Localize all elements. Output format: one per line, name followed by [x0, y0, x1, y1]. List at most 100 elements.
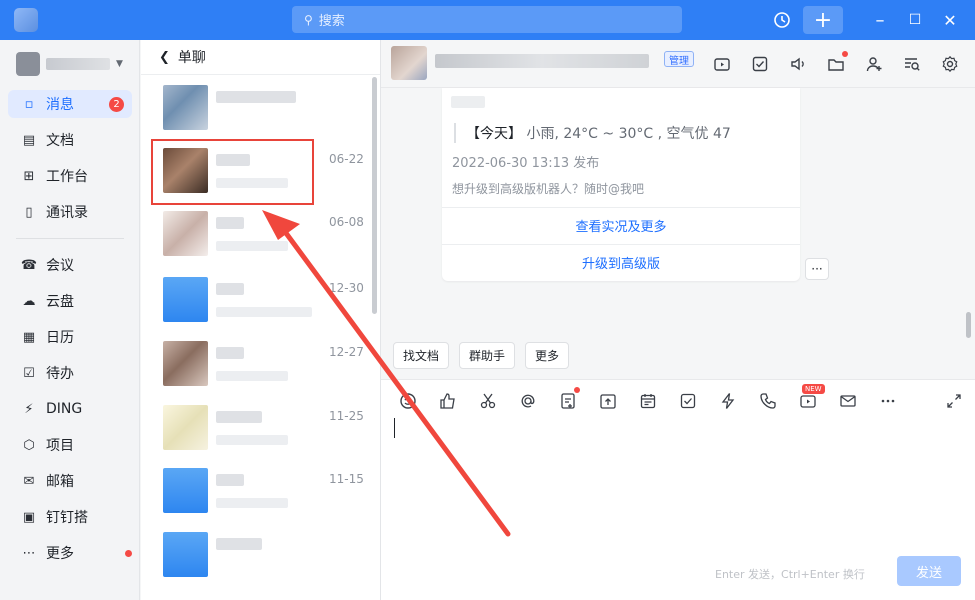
calendar-icon[interactable]: [637, 390, 659, 412]
nav-label: 钉钉搭: [46, 510, 88, 526]
list-item[interactable]: 06-08: [141, 203, 371, 267]
nav-item-cloud[interactable]: ☁ 云盘: [8, 287, 132, 315]
admin-tag: 管理: [664, 51, 694, 67]
mail-icon[interactable]: [837, 390, 859, 412]
nav-label: 工作台: [46, 169, 88, 185]
nav-label: DING: [46, 401, 83, 417]
smart-doc-icon[interactable]: [557, 390, 579, 412]
message-icon: ▫: [24, 96, 34, 112]
history-icon[interactable]: [768, 6, 796, 34]
nav-label: 日历: [46, 330, 74, 346]
mail-icon: ✉: [23, 473, 35, 489]
view-more-link[interactable]: 查看实况及更多: [442, 207, 800, 243]
meeting-icon: ☎: [20, 257, 38, 273]
notification-dot: [842, 51, 848, 57]
nav-item-mail[interactable]: ✉ 邮箱: [8, 467, 132, 495]
name-blurred: [216, 154, 250, 166]
avatar: [163, 148, 208, 193]
nav-item-todo[interactable]: ☑ 待办: [8, 359, 132, 387]
phone-icon[interactable]: [757, 390, 779, 412]
todo-icon[interactable]: [748, 52, 772, 76]
list-scrollbar[interactable]: [372, 77, 377, 314]
list-item[interactable]: 12-30: [141, 269, 371, 333]
nav-item-builder[interactable]: ▣ 钉钉搭: [8, 503, 132, 531]
nav-item-meeting[interactable]: ☎ 会议: [8, 251, 132, 279]
emoji-icon[interactable]: [397, 390, 419, 412]
nav-item-more[interactable]: ⋯ 更多: [8, 539, 132, 567]
compose-area[interactable]: NEW Enter 发送，Ctrl+Enter 换行 发送: [381, 379, 975, 600]
list-item[interactable]: [141, 524, 371, 588]
ding-icon[interactable]: [717, 390, 739, 412]
preview-blurred: [216, 241, 288, 251]
nav-item-contacts[interactable]: ▯ 通讯录: [8, 198, 132, 226]
nav-label: 待办: [46, 366, 74, 382]
left-nav: ▼ ▫ 消息 2 ▤ 文档 ⊞ 工作台 ▯ 通讯录 ☎ 会议 ☁ 云盘 ▦ 日历…: [0, 40, 140, 600]
gear-icon[interactable]: [938, 52, 962, 76]
upload-icon[interactable]: [597, 390, 619, 412]
thumbs-up-icon[interactable]: [437, 390, 459, 412]
send-hint: Enter 发送，Ctrl+Enter 换行: [715, 568, 865, 581]
find-doc-button[interactable]: 找文档: [393, 342, 450, 369]
nav-item-docs[interactable]: ▤ 文档: [8, 126, 132, 154]
weather-card: 【今天】 小雨, 24°C ~ 30°C , 空气优 47 2022-06-30…: [442, 88, 800, 281]
upgrade-link[interactable]: 升级到高级版: [442, 244, 800, 280]
more-icon: ⋯: [22, 545, 36, 561]
add-member-icon[interactable]: [862, 52, 886, 76]
name-blurred: [216, 347, 244, 359]
mention-icon[interactable]: [517, 390, 539, 412]
preview-blurred: [216, 178, 288, 188]
contacts-icon: ▯: [25, 204, 33, 220]
avatar: [163, 468, 208, 513]
conversation-date: 11-25: [329, 409, 364, 423]
title-bar: ⚲ 搜索 + – ☐ ✕: [0, 0, 975, 40]
app-logo-icon: [14, 8, 38, 32]
card-title-blurred: [451, 96, 485, 108]
close-button[interactable]: ✕: [938, 6, 962, 34]
maximize-button[interactable]: ☐: [903, 6, 927, 34]
nav-item-calendar[interactable]: ▦ 日历: [8, 323, 132, 351]
list-item[interactable]: 12-27: [141, 333, 371, 397]
add-button[interactable]: +: [803, 6, 843, 34]
send-button[interactable]: 发送: [897, 556, 961, 586]
name-blurred: [216, 91, 296, 103]
document-icon: ▤: [22, 132, 36, 148]
conversation-list: ❮ 单聊 06-22 06-08 12-30 12-27 11-25 11-15: [141, 40, 381, 600]
notification-dot: [125, 550, 132, 557]
chat-scrollbar[interactable]: [966, 312, 971, 338]
nav-item-messages[interactable]: ▫ 消息 2: [8, 90, 132, 118]
nav-item-ding[interactable]: ⚡ DING: [8, 395, 132, 423]
expand-icon[interactable]: [943, 390, 965, 412]
list-item[interactable]: [141, 77, 371, 141]
conversation-date: 11-15: [329, 472, 364, 486]
task-icon[interactable]: [677, 390, 699, 412]
list-item[interactable]: 06-22: [141, 140, 371, 204]
name-blurred: [216, 283, 244, 295]
more-button[interactable]: 更多: [525, 342, 570, 369]
avatar: [163, 405, 208, 450]
nav-label: 邮箱: [46, 474, 74, 490]
new-badge: NEW: [802, 384, 825, 394]
nav-label: 项目: [46, 438, 74, 454]
avatar: [163, 277, 208, 322]
search-input[interactable]: ⚲ 搜索: [292, 6, 682, 33]
chat-header: 管理: [381, 40, 975, 88]
back-arrow-icon[interactable]: ❮: [159, 50, 170, 65]
minimize-button[interactable]: –: [868, 6, 892, 34]
user-menu[interactable]: ▼: [16, 52, 134, 76]
preview-blurred: [216, 307, 312, 317]
search-history-icon[interactable]: [900, 52, 924, 76]
nav-item-workbench[interactable]: ⊞ 工作台: [8, 162, 132, 190]
live-icon[interactable]: [710, 52, 734, 76]
conversation-date: 06-22: [329, 152, 364, 166]
scissors-icon[interactable]: [477, 390, 499, 412]
more-tools-icon[interactable]: [877, 390, 899, 412]
nav-item-project[interactable]: ⬡ 项目: [8, 431, 132, 459]
list-item[interactable]: 11-15: [141, 460, 371, 524]
message-more-button[interactable]: ···: [805, 258, 829, 280]
search-placeholder: 搜索: [318, 14, 345, 29]
weather-text: 小雨, 24°C ~ 30°C , 空气优 47: [526, 126, 731, 142]
group-assistant-button[interactable]: 群助手: [459, 342, 516, 369]
list-item[interactable]: 11-25: [141, 397, 371, 461]
speaker-icon[interactable]: [786, 52, 810, 76]
avatar: [163, 85, 208, 130]
